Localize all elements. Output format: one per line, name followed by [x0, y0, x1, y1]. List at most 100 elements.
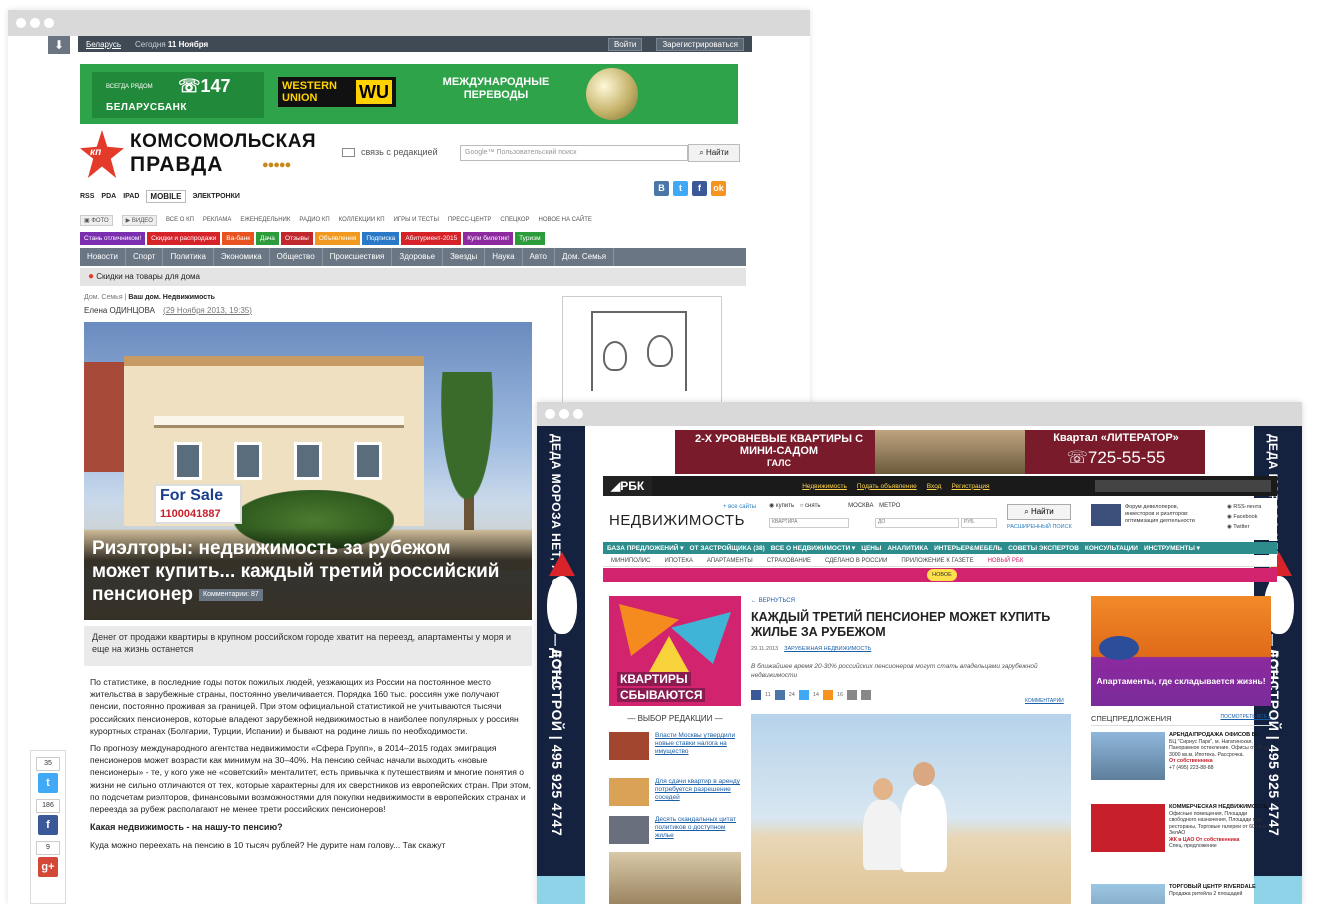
breadcrumb-section[interactable]: Дом. Семья — [84, 294, 123, 301]
window-control-dot[interactable] — [545, 409, 555, 419]
kp-tag[interactable]: Стань отличником! — [80, 232, 146, 245]
nav-item[interactable]: Политика — [163, 248, 214, 266]
vk-share-icon[interactable] — [774, 690, 785, 700]
price-to-input[interactable]: ДО — [875, 518, 959, 528]
list-item[interactable]: АРЕНДА/ПРОДАЖА ОФИСОВ B+ БЦ "Сириус Парк… — [1091, 732, 1271, 792]
kp-tag[interactable]: Купи билетик! — [463, 232, 514, 245]
twitter-share-icon[interactable] — [798, 690, 809, 700]
rss-link[interactable]: ◉ RSS-лента — [1227, 502, 1261, 512]
odnoklassniki-share-icon[interactable] — [822, 690, 833, 700]
buy-radio[interactable]: ◉ купить — [769, 503, 794, 509]
rbc-logo[interactable]: ◢РБК — [603, 476, 653, 496]
kp-tag[interactable]: Подписка — [362, 232, 400, 245]
type-select[interactable]: КВАРТИРА — [769, 518, 849, 528]
ebooks-link[interactable]: ЭЛЕКТРОНКИ — [193, 193, 240, 200]
article-photo[interactable] — [751, 714, 1071, 904]
kp-logo[interactable]: кп КОМСОМОЛЬСКАЯ ПРАВДА ●●●●● — [80, 130, 324, 184]
realty-link[interactable]: Недвижимость — [802, 483, 847, 490]
nav-item[interactable]: Новости — [80, 248, 126, 266]
menu-games[interactable]: ИГРЫ И ТЕСТЫ — [394, 217, 439, 223]
belarusbank-banner[interactable]: всегда рядом ☏147 БЕЛАРУСБАНК WESTERN UN… — [80, 64, 738, 124]
nav-item[interactable]: Спорт — [126, 248, 164, 266]
nav-item[interactable]: Дом. Семья — [555, 248, 615, 266]
list-item[interactable]: Для сдачи квартир в аренду потребуется р… — [609, 778, 741, 810]
ipad-link[interactable]: IPAD — [123, 193, 139, 200]
kp-tag[interactable]: Отзывы — [280, 232, 313, 245]
donstroy-side-banner-left[interactable]: ДЕДА МОРОЗА НЕТ, А СКИДКИ — ЕСТЬ! ДОНСТР… — [537, 426, 585, 904]
facebook-share-icon[interactable]: f — [38, 815, 58, 835]
google-plus-share-icon[interactable]: g+ — [38, 857, 58, 877]
list-item[interactable]: Десять скандальных цитат политиков о дос… — [609, 816, 741, 848]
back-link[interactable]: ← ВЕРНУТЬСЯ — [751, 598, 795, 604]
menu-about[interactable]: ВСЕ О КП — [166, 217, 194, 223]
nav-item[interactable]: Здоровье — [392, 248, 444, 266]
city-select[interactable]: МОСКВА — [848, 503, 873, 509]
all-sites-link[interactable]: + все сайты — [723, 504, 756, 510]
menu-radio[interactable]: РАДИО КП — [299, 217, 329, 223]
window-control-dot[interactable] — [16, 18, 26, 28]
nav-item[interactable]: ИНТЕРЬЕР&МЕБЕЛЬ — [934, 545, 1002, 552]
mail-share-icon[interactable] — [847, 690, 858, 700]
pda-link[interactable]: PDA — [101, 193, 116, 200]
print-icon[interactable] — [861, 690, 872, 700]
register-button[interactable]: Зарегистрироваться — [656, 37, 744, 51]
login-link[interactable]: Вход — [927, 483, 942, 490]
mobile-link[interactable]: MOBILE — [146, 190, 186, 203]
nav-item[interactable]: Звезды — [443, 248, 486, 266]
window-control-dot[interactable] — [573, 409, 583, 419]
subnav-item[interactable]: ПРИЛОЖЕНИЕ К ГАЗЕТЕ — [901, 558, 973, 564]
rent-radio[interactable]: ○ снять — [800, 503, 821, 509]
nav-item[interactable]: Авто — [523, 248, 555, 266]
section-title[interactable]: НЕДВИЖИМОСТЬ — [609, 512, 745, 529]
menu-weekly[interactable]: ЕЖЕНЕДЕЛЬНИК — [240, 217, 290, 223]
list-thumb-large[interactable] — [609, 852, 741, 904]
post-ad-link[interactable]: Подать объявление — [857, 483, 917, 490]
metro-select[interactable]: МЕТРО — [879, 503, 900, 509]
list-item[interactable]: КОММЕРЧЕСКАЯ НЕДВИЖИМОСТЬ Офисные помеще… — [1091, 804, 1271, 864]
nav-item[interactable]: БАЗА ПРЕДЛОЖЕНИЙ ▾ — [607, 544, 684, 552]
menu-new[interactable]: НОВОЕ НА САЙТЕ — [539, 217, 592, 223]
article-section-link[interactable]: ЗАРУБЕЖНАЯ НЕДВИЖИМОСТЬ — [784, 646, 871, 652]
nav-item[interactable]: СОВЕТЫ ЭКСПЕРТОВ — [1008, 545, 1079, 552]
kp-tag[interactable]: Ва-банк — [222, 232, 255, 245]
region-link[interactable]: Беларусь — [86, 40, 121, 49]
login-button[interactable]: Войти — [607, 37, 643, 51]
menu-ads[interactable]: РЕКЛАМА — [203, 217, 231, 223]
sidebar-illustration[interactable] — [562, 296, 722, 406]
window-control-dot[interactable] — [44, 18, 54, 28]
list-link[interactable]: Для сдачи квартир в аренду потребуется р… — [655, 778, 741, 802]
subnav-item[interactable]: НОВЫЙ РБК — [988, 558, 1024, 564]
subnav-item[interactable]: СДЕЛАНО В РОССИИ — [825, 558, 887, 564]
apartments-ad[interactable]: Апартаменты, где складывается жизнь! — [1091, 596, 1271, 706]
article-hero-image[interactable]: For Sale 1100041887 Риэлторы: недвижимос… — [84, 322, 532, 620]
feedback-link[interactable]: связь с редакцией — [342, 147, 438, 157]
rbc-search-button[interactable]: ⌕ Найти — [1007, 504, 1071, 520]
forum-ad[interactable]: Форум девелоперов, инвесторов и риэлторо… — [1091, 504, 1201, 526]
rbc-search-input[interactable] — [1095, 480, 1271, 492]
subnav-item[interactable]: ИПОТЕКА — [664, 558, 692, 564]
nav-item[interactable]: Общество — [270, 248, 323, 266]
menu-press[interactable]: ПРЕСС-ЦЕНТР — [448, 217, 491, 223]
facebook-link[interactable]: ◉ Facebook — [1227, 512, 1261, 522]
facebook-icon[interactable]: f — [692, 181, 707, 196]
author-name[interactable]: Елена ОДИНЦОВА — [84, 306, 155, 315]
currency-select[interactable]: РУБ. — [961, 518, 997, 528]
nav-item[interactable]: КОНСУЛЬТАЦИИ — [1085, 545, 1138, 552]
odnoklassniki-icon[interactable]: ok — [711, 181, 726, 196]
comments-badge[interactable]: Комментарии: 87 — [199, 588, 263, 601]
see-all-link[interactable]: ПОСМОТРЕТЬ ВСЕ ▸ — [1220, 714, 1271, 723]
new-badge[interactable]: НОВОЕ — [927, 569, 957, 581]
twitter-share-icon[interactable]: t — [38, 773, 58, 793]
twitter-icon[interactable]: t — [673, 181, 688, 196]
kvartiry-promo-banner[interactable]: КВАРТИРЫ СБЫВАЮТСЯ — [609, 596, 741, 706]
extended-search-link[interactable]: РАСШИРЕННЫЙ ПОИСК — [1007, 524, 1072, 530]
kp-tag[interactable]: Дача — [256, 232, 279, 245]
article-headline-text[interactable]: Риэлторы: недвижимость за рубежом может … — [92, 538, 499, 605]
breadcrumb-current[interactable]: Ваш дом. Недвижимость — [128, 294, 215, 301]
search-button[interactable]: ⌕ Найти — [688, 144, 740, 162]
subnav-item[interactable]: СТРАХОВАНИЕ — [767, 558, 811, 564]
nav-item[interactable]: Наука — [485, 248, 523, 266]
promo-strip[interactable]: ● Скидки на товары для дома — [80, 268, 746, 286]
kp-tag[interactable]: Абитуриент-2015 — [401, 232, 462, 245]
subnav-item[interactable]: МИНИПОЛИС — [611, 558, 650, 564]
